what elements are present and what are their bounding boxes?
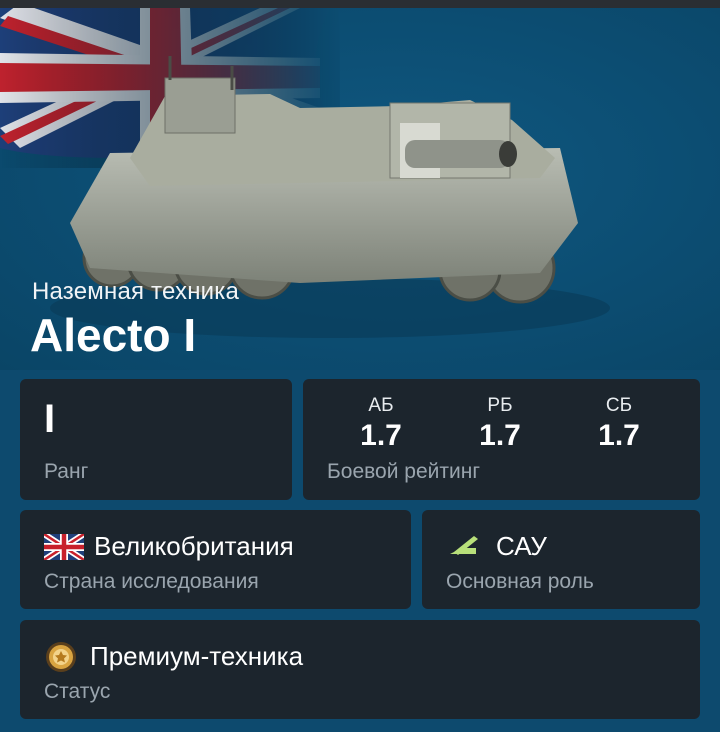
status-card: Премиум-техника Статус — [20, 620, 700, 719]
status-label: Статус — [44, 680, 111, 703]
br-mode-ab: АБ — [368, 395, 394, 416]
vehicle-name: Alecto I — [30, 309, 197, 361]
role-value: САУ — [496, 531, 547, 561]
vehicle-category: Наземная техника — [32, 278, 240, 305]
top-bar — [0, 0, 720, 8]
rank-label: Ранг — [44, 460, 89, 483]
br-column-rb: РБ 1.7 — [450, 395, 550, 453]
country-value: Великобритания — [94, 531, 294, 561]
br-value-ab: 1.7 — [360, 419, 402, 452]
status-value: Премиум-техника — [90, 641, 304, 671]
br-mode-rb: РБ — [487, 395, 513, 416]
rank-value: I — [44, 397, 56, 441]
premium-medal-icon — [44, 640, 78, 679]
country-card: Великобритания Страна исследования — [20, 510, 411, 609]
br-column-sb: СБ 1.7 — [569, 395, 669, 453]
battle-rating-label: Боевой рейтинг — [327, 460, 480, 483]
rank-card: I Ранг — [20, 379, 292, 500]
br-value-sb: 1.7 — [598, 419, 640, 452]
country-label: Страна исследования — [44, 570, 259, 593]
br-column-ab: АБ 1.7 — [331, 395, 431, 453]
spg-role-icon — [448, 534, 480, 563]
vehicle-hero: Наземная техника Alecto I — [0, 8, 720, 370]
role-card: САУ Основная роль — [422, 510, 700, 609]
uk-flag-icon — [42, 531, 86, 565]
role-label: Основная роль — [446, 570, 594, 593]
battle-rating-card: АБ 1.7 РБ 1.7 СБ 1.7 Боевой рейтинг — [303, 379, 700, 500]
br-mode-sb: СБ — [605, 395, 633, 416]
br-value-rb: 1.7 — [479, 419, 521, 452]
